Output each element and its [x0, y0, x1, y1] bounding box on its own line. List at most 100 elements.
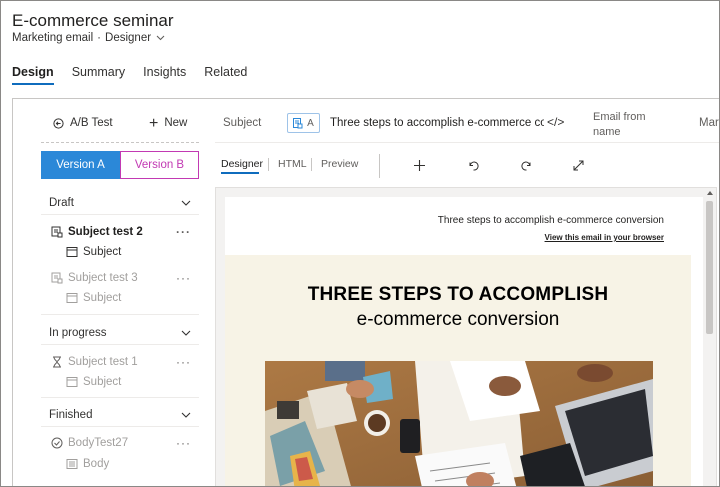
- subject-variant-icon: [51, 272, 63, 284]
- email-body: Three steps to accomplish e-commerce con…: [225, 197, 703, 486]
- subject-icon: [66, 292, 78, 304]
- subtitle-separator: ·: [97, 32, 102, 44]
- check-circle-icon: [51, 437, 63, 449]
- page-title: E-commerce seminar: [12, 11, 174, 30]
- canvas-scrollbar[interactable]: [704, 188, 716, 486]
- active-tab-indicator: [221, 172, 259, 174]
- more-options-button[interactable]: ···: [176, 356, 191, 368]
- scroll-up-icon[interactable]: [707, 191, 713, 195]
- tab-divider: [12, 98, 719, 99]
- chip-letter: A: [307, 117, 314, 129]
- chevron-down-icon: [156, 35, 165, 41]
- group-divider: [41, 344, 199, 345]
- version-a-button[interactable]: Version A: [41, 151, 120, 179]
- expand-button[interactable]: [570, 157, 586, 173]
- personalize-subject-button[interactable]: A: [287, 113, 320, 133]
- group-in-progress-header[interactable]: In progress: [49, 327, 191, 339]
- plus-icon: +: [149, 114, 159, 132]
- group-divider: [41, 214, 199, 215]
- group-draft-header[interactable]: Draft: [49, 197, 191, 209]
- subject-input[interactable]: Three steps to accomplish e-commerce con…: [330, 117, 544, 129]
- item-sub-label: Subject: [83, 376, 122, 388]
- group-divider: [41, 397, 199, 398]
- email-from-name-label: Email from name: [593, 111, 646, 138]
- personalize-icon: [293, 117, 303, 128]
- group-divider: [41, 314, 199, 315]
- hero-subheadline[interactable]: e-commerce conversion: [225, 309, 691, 331]
- tab-related[interactable]: Related: [204, 65, 247, 85]
- hero-image[interactable]: [265, 361, 653, 486]
- list-item-subject: Subject: [66, 246, 121, 258]
- toolbar-separator: [379, 154, 380, 178]
- redo-icon: [520, 161, 530, 171]
- hourglass-icon: [51, 356, 63, 368]
- group-label: In progress: [49, 327, 107, 339]
- item-sub-label: Body: [83, 458, 110, 470]
- more-options-button[interactable]: ···: [176, 437, 191, 449]
- editor-divider: [215, 142, 719, 143]
- list-item-subject-test-1[interactable]: Subject test 1 ···: [51, 356, 191, 368]
- item-sub-label: Subject: [83, 292, 122, 304]
- form-name: Designer: [105, 32, 152, 44]
- body-icon: [66, 458, 78, 470]
- tab-designer[interactable]: Designer: [221, 158, 263, 170]
- list-item-body: Body: [66, 458, 109, 470]
- more-options-button[interactable]: ···: [176, 272, 191, 284]
- more-options-button[interactable]: ···: [176, 226, 191, 238]
- app-window: E-commerce seminar Marketing email · Des…: [0, 0, 720, 487]
- item-sub-label: Subject: [83, 246, 122, 258]
- email-canvas[interactable]: Three steps to accomplish e-commerce con…: [215, 187, 717, 486]
- truncated-field-label: Marketing: [699, 117, 719, 129]
- redo-button[interactable]: [518, 157, 534, 173]
- toolbar-separator: [268, 158, 269, 171]
- subject-icon: [66, 376, 78, 388]
- scrollbar-thumb[interactable]: [706, 201, 713, 334]
- tab-preview[interactable]: Preview: [321, 158, 358, 170]
- tab-insights[interactable]: Insights: [143, 65, 186, 85]
- ab-test-button[interactable]: A/B Test: [53, 117, 113, 129]
- ab-test-icon: [53, 117, 64, 129]
- item-label: BodyTest27: [68, 437, 129, 449]
- chevron-down-icon: [181, 200, 191, 206]
- expand-icon: [573, 160, 583, 170]
- list-item-subject-test-2[interactable]: Subject test 2 ···: [51, 226, 191, 238]
- ab-test-label: A/B Test: [70, 117, 113, 129]
- entity-name: Marketing email: [12, 32, 94, 44]
- undo-button[interactable]: [465, 157, 481, 173]
- tab-html[interactable]: HTML: [278, 158, 307, 170]
- desk-photo-graphic: [265, 361, 653, 486]
- tab-bar: Design Summary Insights Related: [12, 65, 247, 85]
- list-item-subject: Subject: [66, 292, 121, 304]
- subject-label: Subject: [223, 117, 262, 129]
- chevron-down-icon: [181, 330, 191, 336]
- group-finished-header[interactable]: Finished: [49, 409, 191, 421]
- hero-section[interactable]: THREE STEPS TO ACCOMPLISH e-commerce con…: [225, 255, 691, 486]
- preheader-text[interactable]: Three steps to accomplish e-commerce con…: [438, 215, 664, 226]
- tab-design[interactable]: Design: [12, 65, 54, 85]
- tab-summary[interactable]: Summary: [72, 65, 125, 85]
- list-item-subject-test-3[interactable]: Subject test 3 ···: [51, 272, 191, 284]
- add-element-button[interactable]: [411, 157, 427, 173]
- ab-divider: [41, 142, 199, 143]
- form-selector[interactable]: Designer: [105, 32, 165, 44]
- code-icon[interactable]: </>: [547, 115, 564, 129]
- toolbar-separator: [311, 158, 312, 171]
- subject-icon: [66, 246, 78, 258]
- item-label: Subject test 2: [68, 226, 143, 238]
- version-b-button[interactable]: Version B: [120, 151, 199, 179]
- panel-border: [12, 98, 13, 486]
- item-label: Subject test 1: [68, 356, 138, 368]
- list-item-subject: Subject: [66, 376, 121, 388]
- item-label: Subject test 3: [68, 272, 138, 284]
- hero-headline[interactable]: THREE STEPS TO ACCOMPLISH: [225, 284, 691, 306]
- view-in-browser-link[interactable]: View this email in your browser: [545, 233, 664, 242]
- chevron-down-icon: [181, 412, 191, 418]
- subject-variant-icon: [51, 226, 63, 238]
- group-divider: [41, 426, 199, 427]
- new-button[interactable]: + New: [149, 114, 187, 132]
- plus-icon: [413, 159, 425, 171]
- group-label: Draft: [49, 197, 74, 209]
- undo-icon: [469, 161, 479, 171]
- list-item-bodytest27[interactable]: BodyTest27 ···: [51, 437, 191, 449]
- record-subtitle: Marketing email · Designer: [12, 32, 165, 44]
